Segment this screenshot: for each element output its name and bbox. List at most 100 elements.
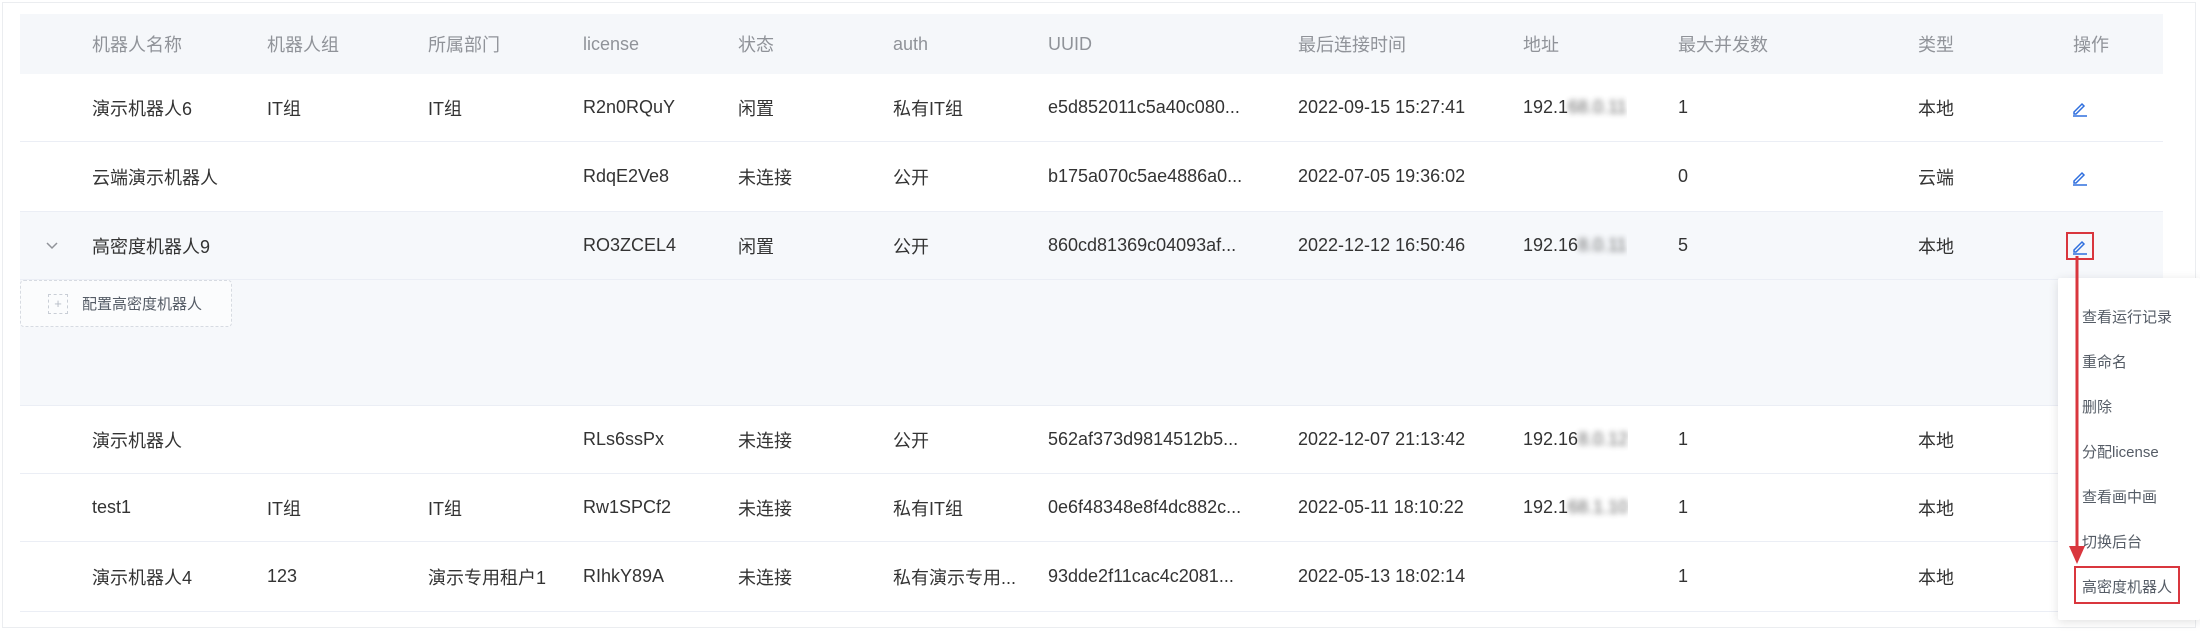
menu-item-view-run-log[interactable]: 查看运行记录 (2082, 306, 2172, 327)
edit-highlight-box[interactable] (2066, 231, 2094, 260)
table-row[interactable]: 演示机器人 RLs6ssPx 未连接 公开 562af373d9814512b5… (20, 406, 2163, 474)
robot-type: 本地 (1918, 236, 1954, 257)
robot-address: 192.16 8.0.12 (1523, 406, 1628, 473)
menu-item-switch-background[interactable]: 切换后台 (2082, 531, 2142, 552)
robot-type: 本地 (1918, 430, 1954, 451)
robot-license: R2n0RQuY (583, 97, 676, 117)
address-blurred: 8.0.12 (1578, 429, 1629, 449)
menu-item-assign-license[interactable]: 分配license (2082, 441, 2159, 462)
robot-name: 演示机器人 (92, 430, 182, 451)
robot-dept: IT组 (428, 498, 462, 519)
robot-last-conn: 2022-05-13 18:02:14 (1298, 566, 1466, 586)
robot-max-concurrency: 1 (1678, 429, 1689, 449)
table-row[interactable]: test1 IT组 IT组 Rw1SPCf2 未连接 私有IT组 0e6f483… (20, 474, 2163, 542)
robot-license: RLs6ssPx (583, 429, 665, 449)
robot-status: 闲置 (738, 98, 774, 119)
address-visible: 192.16 (1523, 429, 1579, 449)
robot-name: test1 (92, 497, 132, 517)
edit-icon[interactable] (2071, 168, 2089, 186)
robot-address: 192.168.0.11 (1523, 74, 1627, 141)
robot-name: 演示机器人6 (92, 98, 193, 119)
robot-license: RIhkY89A (583, 566, 665, 586)
robot-auth: 私有演示专用... (893, 567, 1017, 588)
robot-last-conn: 2022-05-11 18:10:22 (1298, 497, 1464, 517)
edit-button[interactable] (2071, 74, 2089, 141)
robot-status: 未连接 (738, 167, 792, 188)
menu-highlight-box (2074, 566, 2180, 604)
robot-group: IT组 (267, 98, 301, 119)
robot-status: 未连接 (738, 430, 792, 451)
header-auth: auth (893, 33, 929, 54)
robot-auth: 公开 (893, 430, 929, 451)
robot-dept: IT组 (428, 98, 462, 119)
expanded-row-content: + 配置高密度机器人 (20, 280, 2163, 406)
edit-button-highlighted[interactable] (2066, 212, 2094, 279)
header-license: license (583, 33, 640, 54)
robot-group: IT组 (267, 498, 301, 519)
chevron-down-icon[interactable] (45, 241, 59, 251)
robot-name: 高密度机器人9 (92, 236, 211, 257)
robot-type: 本地 (1918, 498, 1954, 519)
plus-icon[interactable]: + (48, 293, 68, 314)
table-header: 机器人名称 机器人组 所属部门 license 状态 auth UUID 最后连… (20, 14, 2163, 74)
robot-max-concurrency: 0 (1678, 166, 1689, 186)
robot-max-concurrency: 5 (1678, 235, 1689, 255)
menu-item-delete[interactable]: 删除 (2082, 396, 2112, 417)
edit-icon[interactable] (2071, 99, 2089, 117)
robot-license: Rw1SPCf2 (583, 497, 672, 517)
robot-license: RdqE2Ve8 (583, 166, 670, 186)
table-row-expanded[interactable]: 高密度机器人9 RO3ZCEL4 闲置 公开 860cd81369c04093a… (20, 212, 2163, 280)
robot-type: 云端 (1918, 167, 1954, 188)
robot-last-conn: 2022-09-15 15:27:41 (1298, 97, 1466, 117)
robot-name: 云端演示机器人 (92, 167, 218, 188)
edit-icon[interactable] (2071, 237, 2089, 255)
header-max: 最大并发数 (1678, 35, 1768, 55)
robot-uuid: 0e6f48348e8f4dc882c... (1048, 497, 1242, 517)
robot-max-concurrency: 1 (1678, 97, 1689, 117)
expand-toggle[interactable] (42, 212, 62, 279)
address-blurred: 68.1.10 (1568, 497, 1629, 517)
robot-name: 演示机器人4 (92, 567, 193, 588)
address-blurred: 8.0.11 (1578, 235, 1627, 255)
header-name: 机器人名称 (92, 35, 182, 55)
robot-group: 123 (267, 566, 298, 586)
menu-item-picture-in-picture[interactable]: 查看画中画 (2082, 486, 2157, 507)
header-group: 机器人组 (267, 35, 339, 55)
robot-max-concurrency: 1 (1678, 497, 1689, 517)
robot-type: 本地 (1918, 567, 1954, 588)
robot-dept: 演示专用租户1 (428, 567, 547, 588)
address-visible: 192.1 (1523, 97, 1569, 117)
header-last-conn: 最后连接时间 (1298, 35, 1406, 55)
robot-uuid: 93dde2f11cac4c2081... (1048, 566, 1234, 586)
table-row[interactable]: 演示机器人4 123 演示专用租户1 RIhkY89A 未连接 私有演示专用..… (20, 542, 2163, 612)
robot-license: RO3ZCEL4 (583, 235, 677, 255)
robot-auth: 公开 (893, 167, 929, 188)
header-type: 类型 (1918, 35, 1954, 55)
robot-type: 本地 (1918, 98, 1954, 119)
address-visible: 192.16 (1523, 235, 1579, 255)
address-blurred: 68.0.11 (1568, 97, 1627, 117)
robot-last-conn: 2022-12-12 16:50:46 (1298, 235, 1466, 255)
robot-auth: 公开 (893, 236, 929, 257)
edit-button[interactable] (2071, 142, 2089, 211)
robot-auth: 私有IT组 (893, 98, 963, 119)
robot-auth: 私有IT组 (893, 498, 963, 519)
robot-address: 192.168.0.11 (1523, 212, 1627, 279)
header-dept: 所属部门 (428, 35, 500, 55)
robot-uuid: 860cd81369c04093af... (1048, 235, 1237, 255)
config-label: 配置高密度机器人 (82, 296, 203, 313)
address-visible: 192.1 (1523, 497, 1569, 517)
robot-max-concurrency: 1 (1678, 566, 1689, 586)
robot-status: 未连接 (738, 498, 792, 519)
header-status: 状态 (738, 35, 774, 55)
header-actions: 操作 (2073, 35, 2109, 55)
robot-uuid: b175a070c5ae4886a0... (1048, 166, 1243, 186)
config-high-density-card[interactable]: + 配置高密度机器人 (20, 280, 232, 327)
robot-address: 192.1 68.1.10 (1523, 474, 1628, 541)
robot-last-conn: 2022-07-05 19:36:02 (1298, 166, 1466, 186)
robot-status: 未连接 (738, 567, 792, 588)
robot-last-conn: 2022-12-07 21:13:42 (1298, 429, 1466, 449)
table-row[interactable]: 演示机器人6 IT组 IT组 R2n0RQuY 闲置 私有IT组 e5d8520… (20, 74, 2163, 142)
menu-item-rename[interactable]: 重命名 (2082, 351, 2127, 372)
table-row[interactable]: 云端演示机器人 RdqE2Ve8 未连接 公开 b175a070c5ae4886… (20, 142, 2163, 212)
